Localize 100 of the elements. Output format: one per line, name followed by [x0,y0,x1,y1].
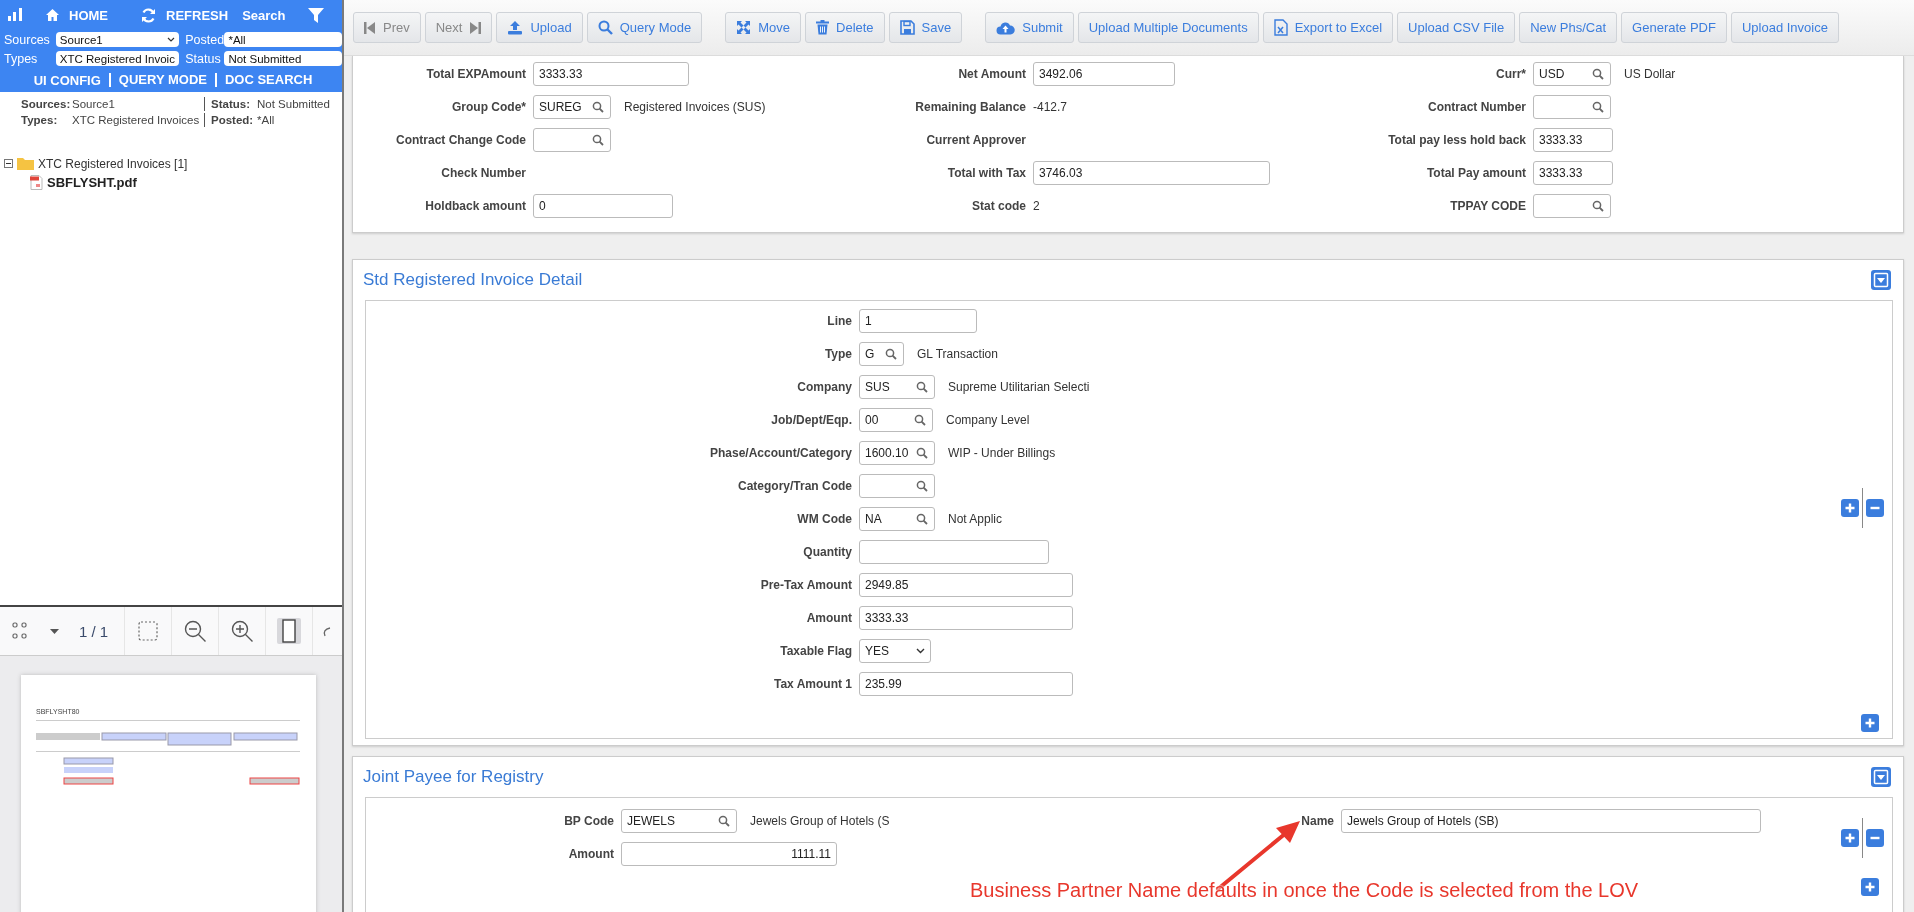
section-title: Joint Payee for Registry [363,767,544,787]
collapse-icon[interactable] [4,159,13,168]
filter-dropdown[interactable]: Source1 [55,32,180,47]
search-icon[interactable] [916,446,928,459]
text-field[interactable]: 3333.33 [533,61,689,86]
text-field[interactable]: 3746.03 [1033,160,1270,185]
refresh-icon[interactable] [141,7,156,23]
caret-icon[interactable] [50,628,59,634]
text-field[interactable]: 0 [533,193,673,218]
text-field[interactable]: Jewels Group of Hotels (SB) [1341,808,1761,833]
search-icon[interactable] [916,380,928,393]
lookup-field[interactable]: 00 [859,407,933,432]
toolbar-button[interactable]: Move [725,12,801,43]
field-label: Type [823,346,853,361]
search-icon[interactable] [592,133,604,146]
field-description: Jewels Group of Hotels (S [750,813,890,828]
selection-icon[interactable] [138,621,159,641]
toolbar-button[interactable]: Delete [805,12,885,43]
search-icon[interactable] [592,100,604,113]
toolbar-button[interactable]: Export to Excel [1262,12,1394,43]
home-link[interactable]: HOME [69,7,108,23]
lookup-field[interactable] [533,127,611,152]
folder-name[interactable]: XTC Registered Invoices [1] [38,156,188,171]
dropdown[interactable]: YES [859,638,931,663]
lookup-field[interactable]: 1600.10 [859,440,935,465]
text-field[interactable]: 235.99 [859,671,1073,696]
filter-icon[interactable] [307,7,324,23]
lookup-field[interactable] [1533,193,1611,218]
field-label: Job/Dept/Eqp. [770,412,853,427]
text-field[interactable] [859,539,1049,564]
toolbar-button[interactable]: Submit [985,12,1074,43]
search-icon[interactable] [718,814,730,827]
field-description: WIP - Under Billings [948,445,1056,460]
remove-row-button[interactable] [1865,498,1884,517]
toolbar-button[interactable]: Upload CSV File [1397,12,1516,43]
fit-page-icon[interactable] [277,618,302,644]
lookup-field[interactable]: G [859,341,904,366]
add-row-button[interactable] [1840,829,1859,847]
text-field[interactable]: 3333.33 [859,605,1073,630]
field-label: Name [1300,813,1335,828]
text-field[interactable]: 3333.33 [1533,160,1613,185]
collapse-toggle-button[interactable] [1871,767,1891,787]
filter-dropdown[interactable]: XTC Registered Invoic [55,51,180,66]
search-icon[interactable] [914,413,926,426]
page-indicator: 1 / 1 [78,622,110,640]
text-field[interactable]: 1 [859,308,977,333]
rotate-icon[interactable] [321,624,332,638]
filter-field[interactable]: Not Submitted [224,51,342,66]
field-label: Holdback amount [424,198,527,213]
text-field[interactable]: 3492.06 [1033,61,1175,86]
field-value: -412.7 [1033,99,1068,114]
filter-field[interactable]: *All [224,32,342,47]
lookup-field[interactable]: JEWELS [621,808,737,833]
nav-link[interactable]: QUERY MODE [108,73,215,87]
lookup-field[interactable] [859,473,935,498]
lookup-field[interactable]: SUREG [533,94,611,119]
toolbar-button[interactable]: New Phs/Cat [1519,12,1618,43]
nav-link[interactable]: UI CONFIG [25,72,109,88]
thumbnails-icon[interactable] [12,622,28,640]
search-icon[interactable] [1592,199,1604,212]
refresh-link[interactable]: REFRESH [166,7,229,23]
search-icon[interactable] [885,347,897,360]
text-field[interactable]: 2949.85 [859,572,1073,597]
toolbar-button[interactable]: Save [888,12,963,43]
move-arrows-icon [736,20,752,35]
toolbar-button[interactable]: Query Mode [586,12,703,43]
file-name[interactable]: SBFLYSHT.pdf [47,175,137,190]
collapse-toggle-button[interactable] [1871,270,1891,290]
remove-row-button[interactable] [1865,829,1884,847]
add-row-button[interactable] [1861,714,1879,732]
field-label: Quantity [802,544,853,559]
text-field[interactable]: 3333.33 [1533,127,1613,152]
signal-bars-icon[interactable] [8,8,23,22]
toolbar-button[interactable]: Upload Multiple Documents [1077,12,1259,43]
lookup-field[interactable]: SUS [859,374,935,399]
pdf-file-icon [30,175,43,190]
search-icon[interactable] [916,512,928,525]
field-label: Total Pay amount [1425,165,1527,180]
lookup-field[interactable] [1533,94,1611,119]
amount-field[interactable]: 1111.11 [621,841,837,866]
zoom-out-icon[interactable] [183,619,207,643]
lookup-field[interactable]: NA [859,506,935,531]
field-label: Amount [567,846,615,861]
search-icon[interactable] [1592,100,1604,113]
toolbar-button[interactable]: Upload Invoice [1730,12,1839,43]
toolbar-button[interactable]: Generate PDF [1621,12,1727,43]
field-label: Total with Tax [946,165,1027,180]
home-icon[interactable] [45,8,60,22]
field-label: Current Approver [925,132,1027,147]
add-row-button[interactable] [1861,878,1879,896]
search-icon[interactable] [916,479,928,492]
search-link[interactable]: Search [242,7,286,23]
search-icon[interactable] [1592,67,1604,80]
toolbar-button[interactable]: Upload [496,12,583,43]
nav-link[interactable]: DOC SEARCH [214,73,321,87]
field-label: Taxable Flag [779,643,853,658]
lookup-field[interactable]: USD [1533,61,1611,86]
zoom-in-icon[interactable] [230,619,254,643]
upload-icon [507,20,524,35]
add-row-button[interactable] [1840,498,1859,517]
